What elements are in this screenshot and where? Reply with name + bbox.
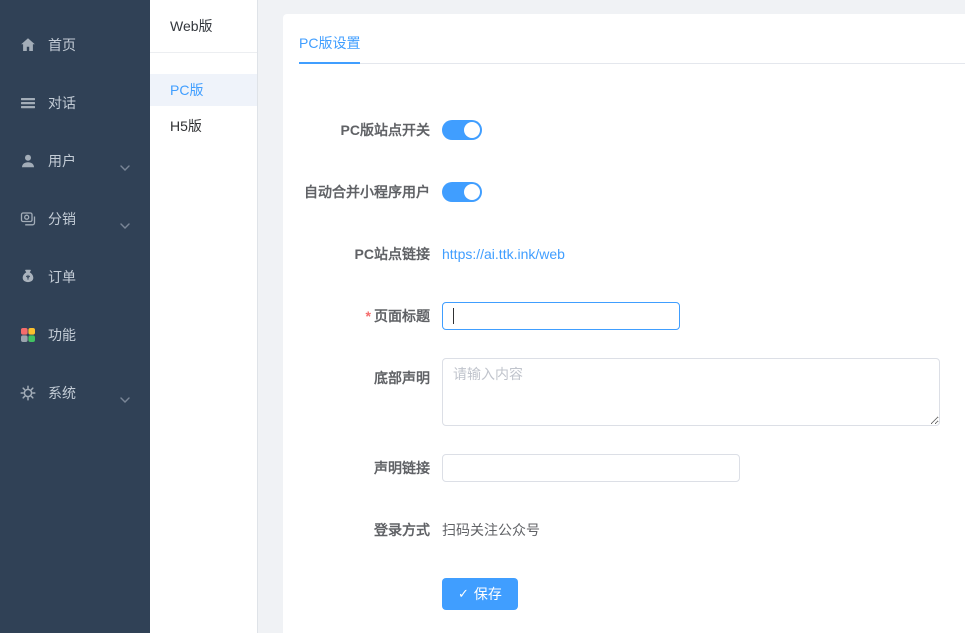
list-icon — [20, 95, 36, 111]
auto-merge-label: 自动合并小程序用户 — [283, 172, 442, 212]
pc-settings-form: PC版站点开关 自动合并小程序用户 PC站点链接 https://ai.ttk.… — [283, 110, 965, 612]
color-grid-icon — [20, 327, 36, 343]
main-menu: 首页 对话 用户 分销 — [0, 0, 150, 407]
sidebar-item-label: 分销 — [48, 209, 76, 229]
sidebar-item-label: 用户 — [48, 151, 76, 171]
submenu-item-pc[interactable]: PC版 — [150, 74, 257, 106]
chevron-down-icon — [120, 158, 130, 174]
form-control — [442, 296, 680, 336]
form-row-page-title: *页面标题 — [283, 296, 965, 336]
submenu-item-web[interactable]: Web版 — [150, 0, 257, 53]
version-submenu: Web版 PC版 H5版 — [150, 0, 258, 633]
form-row-auto-merge: 自动合并小程序用户 — [283, 172, 965, 212]
form-row-login-mode: 登录方式 扫码关注公众号 — [283, 510, 965, 550]
form-row-statement-link: 声明链接 — [283, 448, 965, 488]
sidebar-item-label: 首页 — [48, 35, 76, 55]
form-control: ✓ 保存 — [442, 572, 518, 612]
site-switch-toggle[interactable] — [442, 120, 482, 140]
form-control — [442, 172, 482, 212]
main-sidebar: 首页 对话 用户 分销 — [0, 0, 150, 633]
submenu-item-label: PC版 — [170, 80, 203, 100]
gear-icon — [20, 385, 36, 401]
sidebar-item-label: 功能 — [48, 325, 76, 345]
home-icon — [20, 37, 36, 53]
required-asterisk: * — [366, 308, 371, 324]
tab-pc-settings[interactable]: PC版设置 — [299, 24, 360, 64]
check-icon: ✓ — [458, 586, 469, 602]
sidebar-item-label: 系统 — [48, 383, 76, 403]
submenu-header-label: Web版 — [170, 16, 213, 36]
sidebar-item-orders[interactable]: 订单 — [0, 263, 150, 291]
chevron-down-icon — [120, 216, 130, 232]
tabs-header: PC版设置 — [299, 24, 965, 64]
form-control: 扫码关注公众号 — [442, 510, 540, 550]
footer-statement-label: 底部声明 — [283, 358, 442, 426]
sidebar-item-label: 订单 — [48, 267, 76, 287]
site-link-label: PC站点链接 — [283, 234, 442, 274]
form-control: https://ai.ttk.ink/web — [442, 234, 565, 274]
statement-link-input[interactable] — [442, 454, 740, 482]
form-control — [442, 110, 482, 150]
sidebar-item-features[interactable]: 功能 — [0, 321, 150, 349]
sidebar-item-label: 对话 — [48, 93, 76, 113]
save-button-label: 保存 — [474, 584, 502, 604]
submenu-items: PC版 H5版 — [150, 74, 257, 142]
form-row-site-link: PC站点链接 https://ai.ttk.ink/web — [283, 234, 965, 274]
sidebar-item-dialogue[interactable]: 对话 — [0, 89, 150, 117]
sidebar-item-distribution[interactable]: 分销 — [0, 205, 150, 233]
sidebar-item-home[interactable]: 首页 — [0, 31, 150, 59]
money-bag-icon — [20, 269, 36, 285]
chevron-down-icon — [120, 390, 130, 406]
login-mode-value: 扫码关注公众号 — [442, 510, 540, 550]
user-icon — [20, 153, 36, 169]
site-link-url[interactable]: https://ai.ttk.ink/web — [442, 234, 565, 274]
sidebar-item-users[interactable]: 用户 — [0, 147, 150, 175]
form-control — [442, 358, 940, 426]
site-switch-label: PC版站点开关 — [283, 110, 442, 150]
card-stack-icon — [20, 211, 36, 227]
form-row-footer-statement: 底部声明 — [283, 358, 965, 426]
login-mode-label: 登录方式 — [283, 510, 442, 550]
text-caret — [453, 308, 454, 324]
sidebar-item-system[interactable]: 系统 — [0, 379, 150, 407]
save-row-spacer — [283, 572, 442, 612]
form-row-site-switch: PC版站点开关 — [283, 110, 965, 150]
page-title-label: *页面标题 — [283, 296, 442, 336]
submenu-item-label: H5版 — [170, 116, 202, 136]
save-button[interactable]: ✓ 保存 — [442, 578, 518, 610]
submenu-item-h5[interactable]: H5版 — [150, 110, 257, 142]
auto-merge-toggle[interactable] — [442, 182, 482, 202]
footer-statement-textarea[interactable] — [442, 358, 940, 426]
workspace: PC版设置 PC版站点开关 自动合并小程序用户 PC站点链接 — [258, 0, 965, 633]
page-title-input[interactable] — [442, 302, 680, 330]
form-row-save: ✓ 保存 — [283, 572, 965, 612]
settings-card: PC版设置 PC版站点开关 自动合并小程序用户 PC站点链接 — [283, 14, 965, 633]
statement-link-label: 声明链接 — [283, 448, 442, 488]
form-control — [442, 448, 740, 488]
